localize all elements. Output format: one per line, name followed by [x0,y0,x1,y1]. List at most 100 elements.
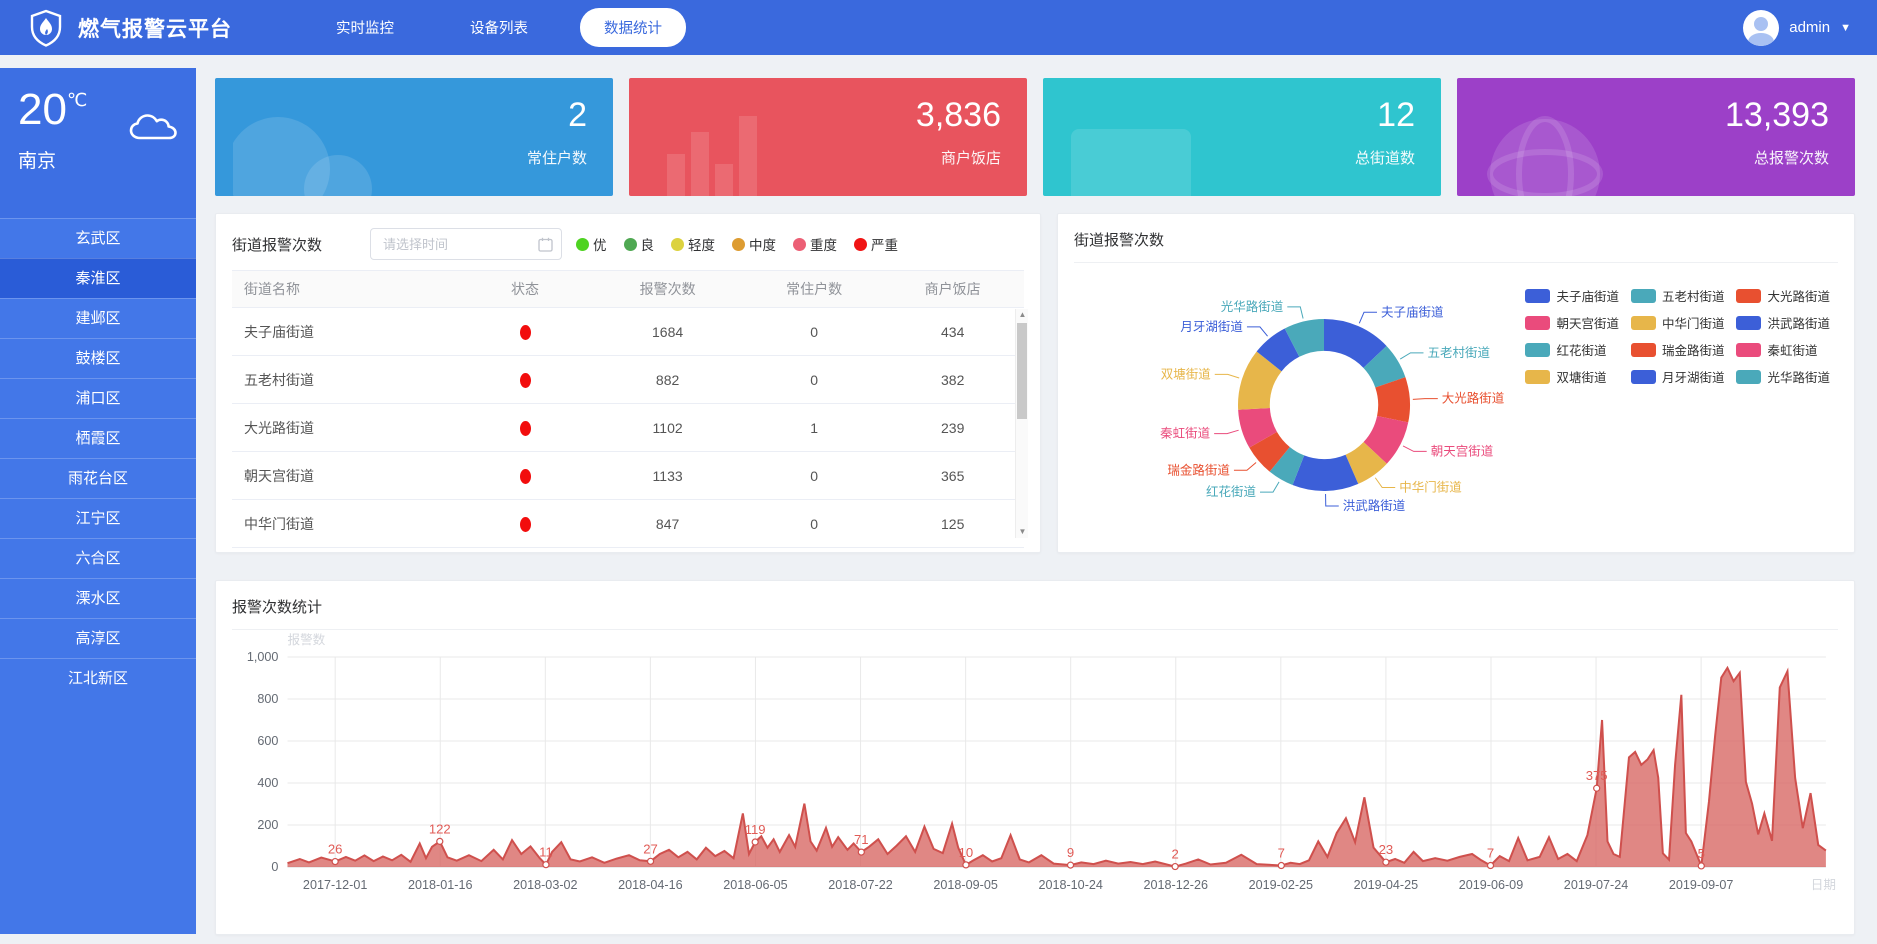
donut-legend-item-11[interactable]: 光华路街道 [1736,367,1830,386]
data-point-marker[interactable] [752,839,758,845]
y-tick-label: 800 [257,692,278,706]
street-status [462,371,589,388]
data-point-marker[interactable] [858,849,864,855]
aq-legend-dot [576,238,589,251]
data-point-label: 5 [1698,846,1705,861]
sidebar-item-district-6[interactable]: 雨花台区 [0,458,196,498]
date-picker[interactable] [370,228,562,260]
app-logo-shield-flame-icon [26,8,66,48]
sidebar-item-district-8[interactable]: 六合区 [0,538,196,578]
scroll-up-icon[interactable]: ▲ [1016,309,1029,321]
temperature-unit: ℃ [67,90,87,111]
alarm-count: 882 [588,372,746,388]
donut-legend-item-0[interactable]: 夫子庙街道 [1525,286,1619,305]
data-point-marker[interactable] [1594,785,1600,791]
resident-count: 0 [747,516,882,532]
username[interactable]: admin [1789,19,1830,36]
col-header-4: 商户饭店 [881,279,1024,299]
donut-legend: 夫子庙街道五老村街道 大光路街道朝天宫街道中华门街道洪武路街道红花街道瑞金路街道秦… [1525,286,1830,386]
sidebar-item-district-11[interactable]: 江北新区 [0,658,196,698]
donut-legend-item-7[interactable]: 瑞金路街道 [1631,340,1725,359]
x-tick-label: 2019-04-25 [1354,878,1418,892]
sidebar-item-district-5[interactable]: 栖霞区 [0,418,196,458]
sidebar-item-district-7[interactable]: 江宁区 [0,498,196,538]
sidebar-item-district-9[interactable]: 溧水区 [0,578,196,618]
nav-item-2[interactable]: 数据统计 [580,8,686,47]
donut-panel-title: 街道报警次数 [1074,214,1838,263]
donut-legend-swatch [1525,343,1550,357]
data-point-marker[interactable] [332,859,338,865]
donut-label: 红花街道 [1206,484,1257,499]
chevron-down-icon[interactable]: ▼ [1840,22,1851,34]
donut-legend-item-10[interactable]: 月牙湖街道 [1631,367,1725,386]
donut-legend-label: 月牙湖街道 [1662,367,1725,386]
donut-label-line [1403,446,1427,452]
street-alarm-table-panel: 街道报警次数 优良轻度中度重度严重 街道名称状态报警次数常住户数商户饭店 夫子庙… [215,213,1041,553]
donut-legend-item-1[interactable]: 五老村街道 [1631,286,1725,305]
data-point-marker[interactable] [648,858,654,864]
resident-count: 0 [747,468,882,484]
data-point-marker[interactable] [1487,863,1493,869]
resident-count: 0 [747,372,882,388]
aq-legend-label: 轻度 [688,234,715,254]
donut-legend-swatch [1631,316,1656,330]
data-point-marker[interactable] [1068,862,1074,868]
aq-legend-dot [671,238,684,251]
x-tick-label: 2018-04-16 [618,878,682,892]
nav-item-1[interactable]: 设备列表 [446,8,552,47]
data-point-label: 7 [1278,846,1285,861]
donut-legend-item-2[interactable]: 大光路街道 [1736,286,1830,305]
sidebar-item-district-0[interactable]: 玄武区 [0,218,196,258]
donut-legend-label: 大光路街道 [1767,286,1830,305]
scrollbar-thumb[interactable] [1017,323,1027,419]
donut-legend-item-5[interactable]: 洪武路街道 [1736,313,1830,332]
stat-card-3: 13,393总报警次数 [1457,78,1855,196]
donut-label: 双塘街道 [1161,366,1212,381]
table-header: 街道名称状态报警次数常住户数商户饭店 [232,270,1024,308]
merchant-count: 239 [881,420,1024,436]
street-name: 夫子庙街道 [232,322,462,342]
donut-label-line [1260,482,1279,492]
data-point-marker[interactable] [543,862,549,868]
data-point-marker[interactable] [963,862,969,868]
aq-legend-label: 重度 [810,234,837,254]
user-menu[interactable]: admin ▼ [1743,10,1851,46]
y-tick-label: 400 [257,776,278,790]
donut-legend-item-8[interactable]: 秦虹街道 [1736,340,1830,359]
data-point-marker[interactable] [437,838,443,844]
donut-legend-item-9[interactable]: 双塘街道 [1525,367,1619,386]
table-row: 大光路街道11021239 [232,404,1024,452]
x-tick-label: 2019-07-24 [1564,878,1628,892]
scroll-down-icon[interactable]: ▼ [1016,526,1029,538]
stat-label: 总街道数 [1069,147,1415,168]
aq-legend-item-0: 优 [576,234,607,254]
donut-label: 中华门街道 [1399,480,1462,495]
x-tick-label: 2018-09-05 [933,878,997,892]
avatar[interactable] [1743,10,1779,46]
data-point-label: 23 [1379,842,1394,857]
sidebar-item-district-2[interactable]: 建邺区 [0,298,196,338]
donut-legend-item-4[interactable]: 中华门街道 [1631,313,1725,332]
donut-legend-item-3[interactable]: 朝天宫街道 [1525,313,1619,332]
sidebar-item-district-4[interactable]: 浦口区 [0,378,196,418]
data-point-marker[interactable] [1698,863,1704,869]
data-point-marker[interactable] [1172,864,1178,870]
alarm-count: 1133 [588,468,746,484]
donut-legend-swatch [1525,370,1550,384]
donut-legend-item-6[interactable]: 红花街道 [1525,340,1619,359]
donut-legend-swatch [1525,289,1550,303]
data-point-marker[interactable] [1383,859,1389,865]
sidebar-item-district-3[interactable]: 鼓楼区 [0,338,196,378]
stat-label: 常住户数 [241,147,587,168]
date-picker-input[interactable] [371,229,561,259]
sidebar-item-district-10[interactable]: 高淳区 [0,618,196,658]
data-point-marker[interactable] [1278,863,1284,869]
nav-item-0[interactable]: 实时监控 [312,8,418,47]
donut-label: 月牙湖街道 [1180,319,1243,334]
bar-chart-icon [647,94,797,196]
calendar-icon[interactable] [538,237,553,252]
table-scrollbar[interactable]: ▲ ▼ [1015,309,1028,538]
sidebar-item-district-1[interactable]: 秦淮区 [0,258,196,298]
aq-legend-label: 严重 [871,234,898,254]
donut-label-line [1326,494,1339,506]
